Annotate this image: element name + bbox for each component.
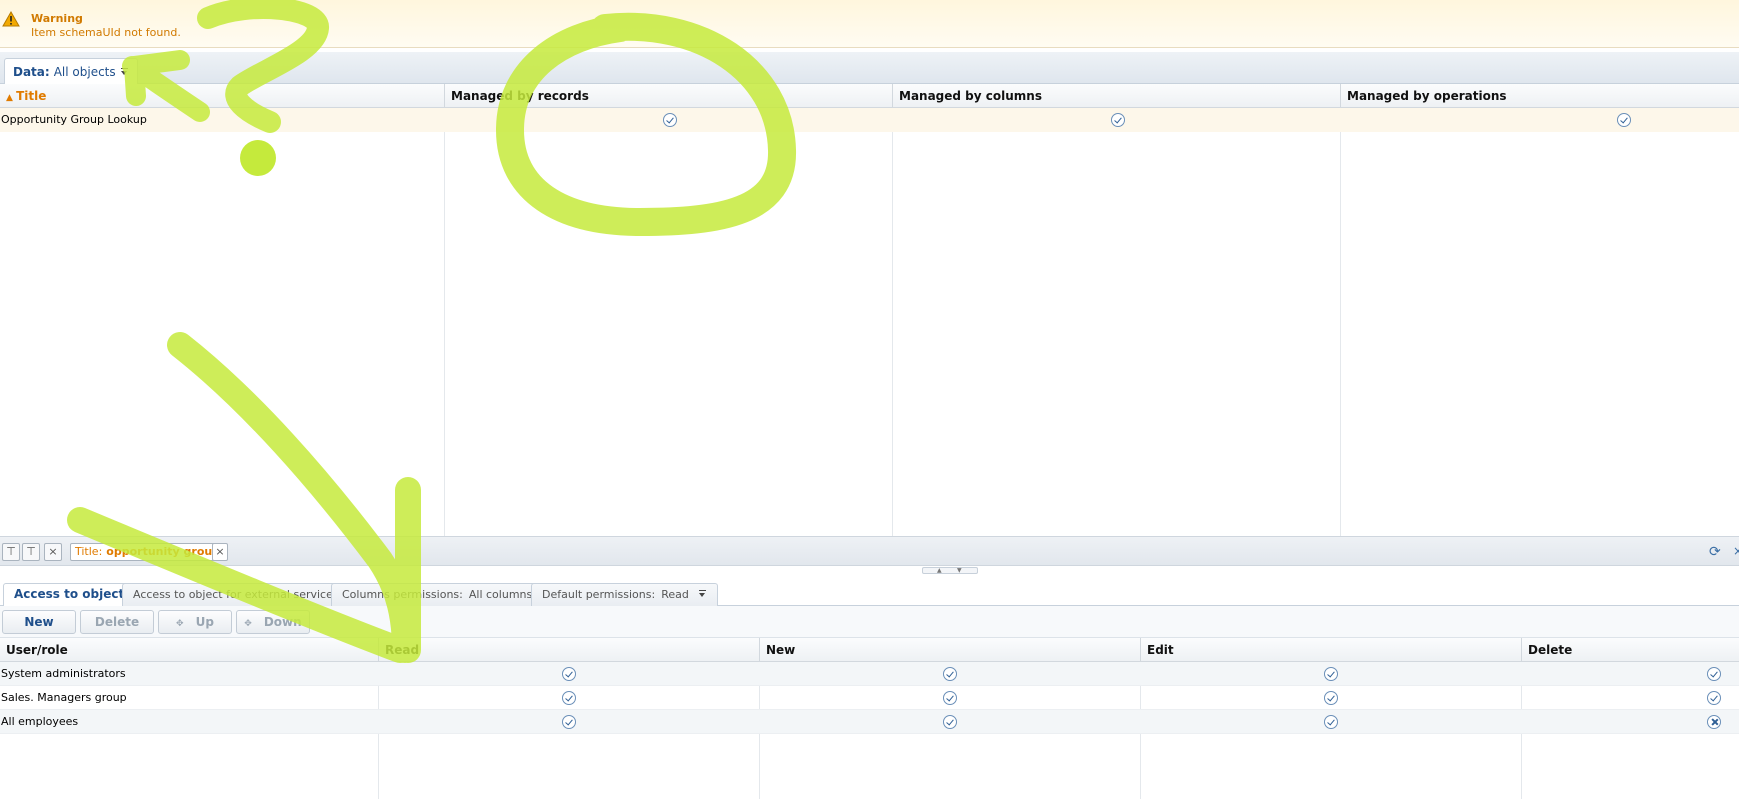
table-row[interactable]: Sales. Managers group bbox=[0, 686, 1739, 710]
column-header-title[interactable]: ▲ Title bbox=[0, 84, 444, 108]
warning-banner: Warning Item schemaUId not found. bbox=[0, 0, 1739, 48]
row-title: Opportunity Group Lookup bbox=[1, 113, 147, 126]
column-header-read[interactable]: Read bbox=[378, 638, 759, 662]
tab-access-external-services[interactable]: Access to object for external services bbox=[122, 583, 350, 606]
tab-access-to-object[interactable]: Access to object bbox=[3, 583, 136, 606]
check-icon[interactable] bbox=[1707, 667, 1721, 681]
filter-bar: ⊤ ⊤ × Title: opportunity group × ⟳ × bbox=[0, 536, 1739, 566]
filter-tag-value: opportunity group bbox=[106, 545, 221, 558]
arrow-up-icon: ✥ bbox=[176, 619, 184, 629]
column-header-managed-by-operations[interactable]: Managed by operations bbox=[1340, 84, 1739, 108]
warning-title: Warning bbox=[31, 12, 83, 25]
chevron-down-icon[interactable] bbox=[120, 67, 129, 76]
column-header-user-role[interactable]: User/role bbox=[0, 638, 378, 662]
check-icon bbox=[1617, 113, 1631, 127]
data-filter-tab[interactable]: Data: All objects bbox=[4, 58, 138, 84]
check-icon[interactable] bbox=[1324, 715, 1338, 729]
warning-message: Item schemaUId not found. bbox=[31, 26, 181, 39]
column-header-edit[interactable]: Edit bbox=[1140, 638, 1521, 662]
collapse-down-icon[interactable]: ▼ bbox=[957, 568, 962, 574]
data-tab-strip: Data: All objects bbox=[0, 52, 1739, 84]
collapse-up-icon[interactable]: ▲ bbox=[937, 568, 942, 574]
new-button[interactable]: New bbox=[2, 610, 76, 634]
up-button[interactable]: ✥ Up bbox=[158, 610, 232, 634]
refresh-icon[interactable]: ⟳ bbox=[1709, 544, 1721, 560]
permissions-grid: User/role Read New Edit Delete System ad… bbox=[0, 638, 1739, 799]
objects-grid-header: ▲ Title Managed by records Managed by co… bbox=[0, 84, 1739, 108]
check-icon[interactable] bbox=[943, 691, 957, 705]
splitter-handle[interactable]: ▲ ▼ bbox=[922, 567, 978, 574]
deny-icon[interactable] bbox=[1707, 715, 1721, 729]
table-row[interactable]: System administrators bbox=[0, 662, 1739, 686]
filter-tag-label: Title: bbox=[75, 545, 103, 558]
check-icon[interactable] bbox=[1324, 667, 1338, 681]
check-icon[interactable] bbox=[562, 691, 576, 705]
permissions-tabs: Access to object Access to object for ex… bbox=[0, 576, 1739, 606]
filter-icon[interactable]: ⊤ bbox=[2, 543, 20, 561]
table-row[interactable]: All employees bbox=[0, 710, 1739, 734]
column-divider bbox=[444, 108, 445, 536]
check-icon[interactable] bbox=[943, 667, 957, 681]
column-divider bbox=[892, 108, 893, 536]
down-button[interactable]: ✥ Down bbox=[236, 610, 310, 634]
check-icon bbox=[1111, 113, 1125, 127]
column-header-managed-by-records[interactable]: Managed by records bbox=[444, 84, 892, 108]
row-role: All employees bbox=[1, 715, 79, 728]
page: Warning Item schemaUId not found. Data: … bbox=[0, 0, 1739, 799]
warning-icon bbox=[2, 11, 20, 27]
column-header-delete[interactable]: Delete bbox=[1521, 638, 1739, 662]
check-icon bbox=[663, 113, 677, 127]
tab-default-permissions[interactable]: Default permissions: Read bbox=[531, 583, 719, 606]
sort-ascending-icon: ▲ bbox=[6, 93, 17, 103]
row-role: Sales. Managers group bbox=[1, 691, 127, 704]
row-role: System administrators bbox=[1, 667, 126, 680]
clear-filter-button[interactable]: × bbox=[44, 543, 62, 561]
data-filter-value: All objects bbox=[53, 64, 116, 79]
permissions-grid-header: User/role Read New Edit Delete bbox=[0, 638, 1739, 662]
tab-columns-permissions[interactable]: Columns permissions: All columns bbox=[331, 583, 562, 606]
check-icon[interactable] bbox=[1324, 691, 1338, 705]
remove-filter-button[interactable]: × bbox=[212, 543, 228, 561]
chevron-down-icon[interactable] bbox=[698, 590, 707, 598]
advanced-filter-icon[interactable]: ⊤ bbox=[22, 543, 40, 561]
column-header-managed-by-columns[interactable]: Managed by columns bbox=[892, 84, 1340, 108]
column-header-new[interactable]: New bbox=[759, 638, 1140, 662]
check-icon[interactable] bbox=[562, 715, 576, 729]
permissions-toolbar: New Delete ✥ Up ✥ Down bbox=[0, 606, 1739, 638]
objects-grid: ▲ Title Managed by records Managed by co… bbox=[0, 84, 1739, 536]
check-icon[interactable] bbox=[1707, 691, 1721, 705]
arrow-down-icon: ✥ bbox=[244, 619, 252, 629]
check-icon[interactable] bbox=[943, 715, 957, 729]
delete-button[interactable]: Delete bbox=[80, 610, 154, 634]
table-row[interactable]: Opportunity Group Lookup bbox=[0, 108, 1739, 132]
column-divider bbox=[1340, 108, 1341, 536]
filter-tag[interactable]: Title: opportunity group bbox=[70, 543, 226, 561]
check-icon[interactable] bbox=[562, 667, 576, 681]
close-icon[interactable]: × bbox=[1733, 544, 1739, 558]
data-filter-label: Data: bbox=[13, 64, 50, 79]
